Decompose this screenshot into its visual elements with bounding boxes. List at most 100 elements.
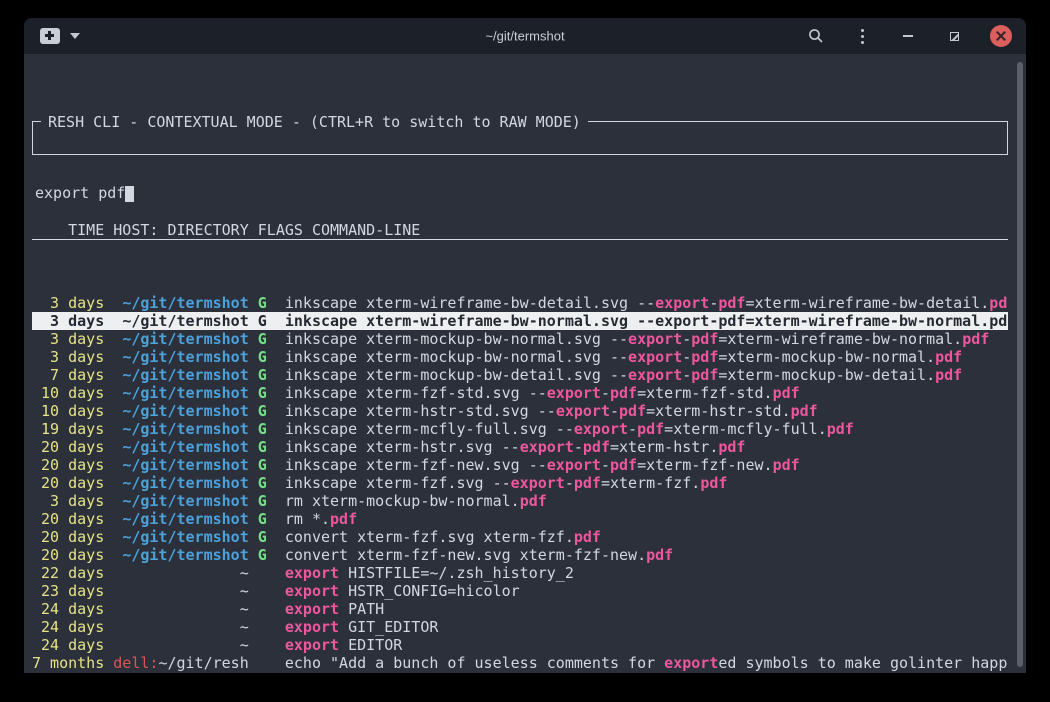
new-tab-icon[interactable] <box>40 28 60 44</box>
row-command-segment: export <box>285 618 339 636</box>
row-flag: G <box>258 546 267 564</box>
row-command-segment: pdf <box>610 456 637 474</box>
scrollbar[interactable] <box>1017 62 1023 667</box>
history-row[interactable]: 3 days ~/git/termshot G inkscape xterm-w… <box>32 294 1008 312</box>
row-time: 20 days <box>32 546 104 564</box>
row-command-segment: export <box>556 402 610 420</box>
row-time: 3 days <box>32 312 104 330</box>
history-row[interactable]: 20 days ~/git/termshot G inkscape xterm-… <box>32 456 1008 474</box>
row-command-segment: =xterm-wireframe-bw-detail. <box>745 294 989 312</box>
row-host: ~/git/termshot <box>122 402 248 420</box>
row-command-segment: pdf <box>935 366 962 384</box>
terminal-content: RESH CLI - CONTEXTUAL MODE - (CTRL+R to … <box>24 54 1026 673</box>
history-row[interactable]: 19 days ~/git/termshot G inkscape xterm-… <box>32 420 1008 438</box>
history-row[interactable]: 3 days ~/git/termshot G rm xterm-mockup-… <box>32 492 1008 510</box>
row-command-segment: pdf <box>574 474 601 492</box>
row-time: 20 days <box>32 438 104 456</box>
history-row[interactable]: 20 days ~/git/termshot G convert xterm-f… <box>32 528 1008 546</box>
history-row[interactable]: 7 months dell:~/git/resh echo "Add a bun… <box>32 654 1008 672</box>
row-time: 7 months <box>32 654 104 672</box>
row-command-segment: pdf <box>691 348 718 366</box>
row-command-segment: export <box>520 438 574 456</box>
history-row[interactable]: 10 days ~/git/termshot G inkscape xterm-… <box>32 402 1008 420</box>
history-row[interactable]: 8 months dell:~/git/resh neato /tmp/resh… <box>32 672 1008 673</box>
chevron-down-icon[interactable] <box>70 33 80 39</box>
history-row[interactable]: 24 days ~ export PATH <box>32 600 1008 618</box>
row-command-segment: - <box>601 384 610 402</box>
history-row[interactable]: 20 days ~/git/termshot G inkscape xterm-… <box>32 438 1008 456</box>
menu-button[interactable] <box>852 26 872 46</box>
row-command-segment: =xterm-wireframe-bw-normal. <box>718 330 962 348</box>
row-flag: G <box>258 456 267 474</box>
row-command-segment: - <box>709 294 718 312</box>
row-host: ~ <box>240 564 249 582</box>
history-row[interactable]: 20 days ~/git/termshot G convert xterm-f… <box>32 546 1008 564</box>
row-command-segment: pd <box>989 294 1007 312</box>
row-time: 20 days <box>32 474 104 492</box>
row-command-segment: inkscape xterm-mockup-bw-normal.svg -- <box>285 330 628 348</box>
row-flag: G <box>258 474 267 492</box>
close-button[interactable] <box>990 25 1012 47</box>
row-command-segment: HISTFILE=~/.zsh_history_2 <box>339 564 574 582</box>
row-command-segment: inkscape xterm-wireframe-bw-normal.svg -… <box>285 312 1007 330</box>
search-button[interactable] <box>806 26 826 46</box>
row-host: ~/git/termshot <box>122 294 248 312</box>
history-row[interactable]: 3 days ~/git/termshot G inkscape xterm-m… <box>32 330 1008 348</box>
text-cursor <box>125 186 134 202</box>
row-host: ~/git/termshot <box>122 312 248 330</box>
history-row[interactable]: 20 days ~/git/termshot G inkscape xterm-… <box>32 474 1008 492</box>
history-row[interactable]: 24 days ~ export EDITOR <box>32 636 1008 654</box>
row-flag: G <box>258 492 267 510</box>
row-command-segment: export <box>574 420 628 438</box>
row-command-segment: export <box>655 294 709 312</box>
row-command-segment: GIT_EDITOR <box>339 618 438 636</box>
row-command-segment: =xterm-mockup-bw-normal. <box>718 348 935 366</box>
row-command-segment: export <box>285 582 339 600</box>
row-command-segment: export <box>511 474 565 492</box>
row-command-segment: export <box>285 600 339 618</box>
row-command-segment: inkscape xterm-fzf-new.svg -- <box>285 456 547 474</box>
row-host: ~ <box>240 582 249 600</box>
row-flag <box>258 672 267 673</box>
row-time: 8 months <box>32 672 104 673</box>
row-flag: G <box>258 294 267 312</box>
row-command-segment: - <box>601 456 610 474</box>
row-flag <box>258 636 267 654</box>
restore-button[interactable] <box>944 26 964 46</box>
row-host: ~/git/termshot <box>122 366 248 384</box>
history-row[interactable]: 20 days ~/git/termshot G rm *.pdf <box>32 510 1008 528</box>
row-host: ~ <box>240 618 249 636</box>
row-command-segment: - <box>682 366 691 384</box>
row-command-segment: pdf <box>691 330 718 348</box>
row-host: ~/git/termshot <box>122 474 248 492</box>
row-time: 3 days <box>32 492 104 510</box>
row-flag: G <box>258 528 267 546</box>
history-row[interactable]: 10 days ~/git/termshot G inkscape xterm-… <box>32 384 1008 402</box>
row-command-segment: export <box>285 564 339 582</box>
row-time: 20 days <box>32 528 104 546</box>
history-row[interactable]: 3 days ~/git/termshot G inkscape xterm-m… <box>32 348 1008 366</box>
history-row[interactable]: 24 days ~ export GIT_EDITOR <box>32 618 1008 636</box>
row-time: 23 days <box>32 582 104 600</box>
row-time: 3 days <box>32 348 104 366</box>
minimize-icon <box>903 35 913 37</box>
row-command-segment: pdf <box>619 402 646 420</box>
row-command-segment: rm xterm-mockup-bw-normal. <box>285 492 520 510</box>
search-query-text: export pdf <box>35 184 125 202</box>
search-icon <box>808 28 824 44</box>
history-row[interactable]: 23 days ~ export HSTR_CONFIG=hicolor <box>32 582 1008 600</box>
row-time: 20 days <box>32 510 104 528</box>
history-row[interactable]: 22 days ~ export HISTFILE=~/.zsh_history… <box>32 564 1008 582</box>
history-row[interactable]: 7 days ~/git/termshot G inkscape xterm-m… <box>32 366 1008 384</box>
row-command-segment: =xterm-mockup-bw-detail. <box>718 366 935 384</box>
history-row[interactable]: 3 days ~/git/termshot G inkscape xterm-w… <box>32 312 1008 330</box>
row-command-segment: inkscape xterm-wireframe-bw-detail.svg -… <box>285 294 655 312</box>
row-command-segment: export <box>547 384 601 402</box>
row-flag: G <box>258 420 267 438</box>
row-command-segment: EDITOR <box>339 636 402 654</box>
row-command-segment: export <box>547 456 601 474</box>
minimize-button[interactable] <box>898 26 918 46</box>
row-flag: G <box>258 510 267 528</box>
search-input[interactable]: export pdf <box>33 176 1007 202</box>
row-command-segment: ed symbols to make golinter happ <box>718 654 1007 672</box>
